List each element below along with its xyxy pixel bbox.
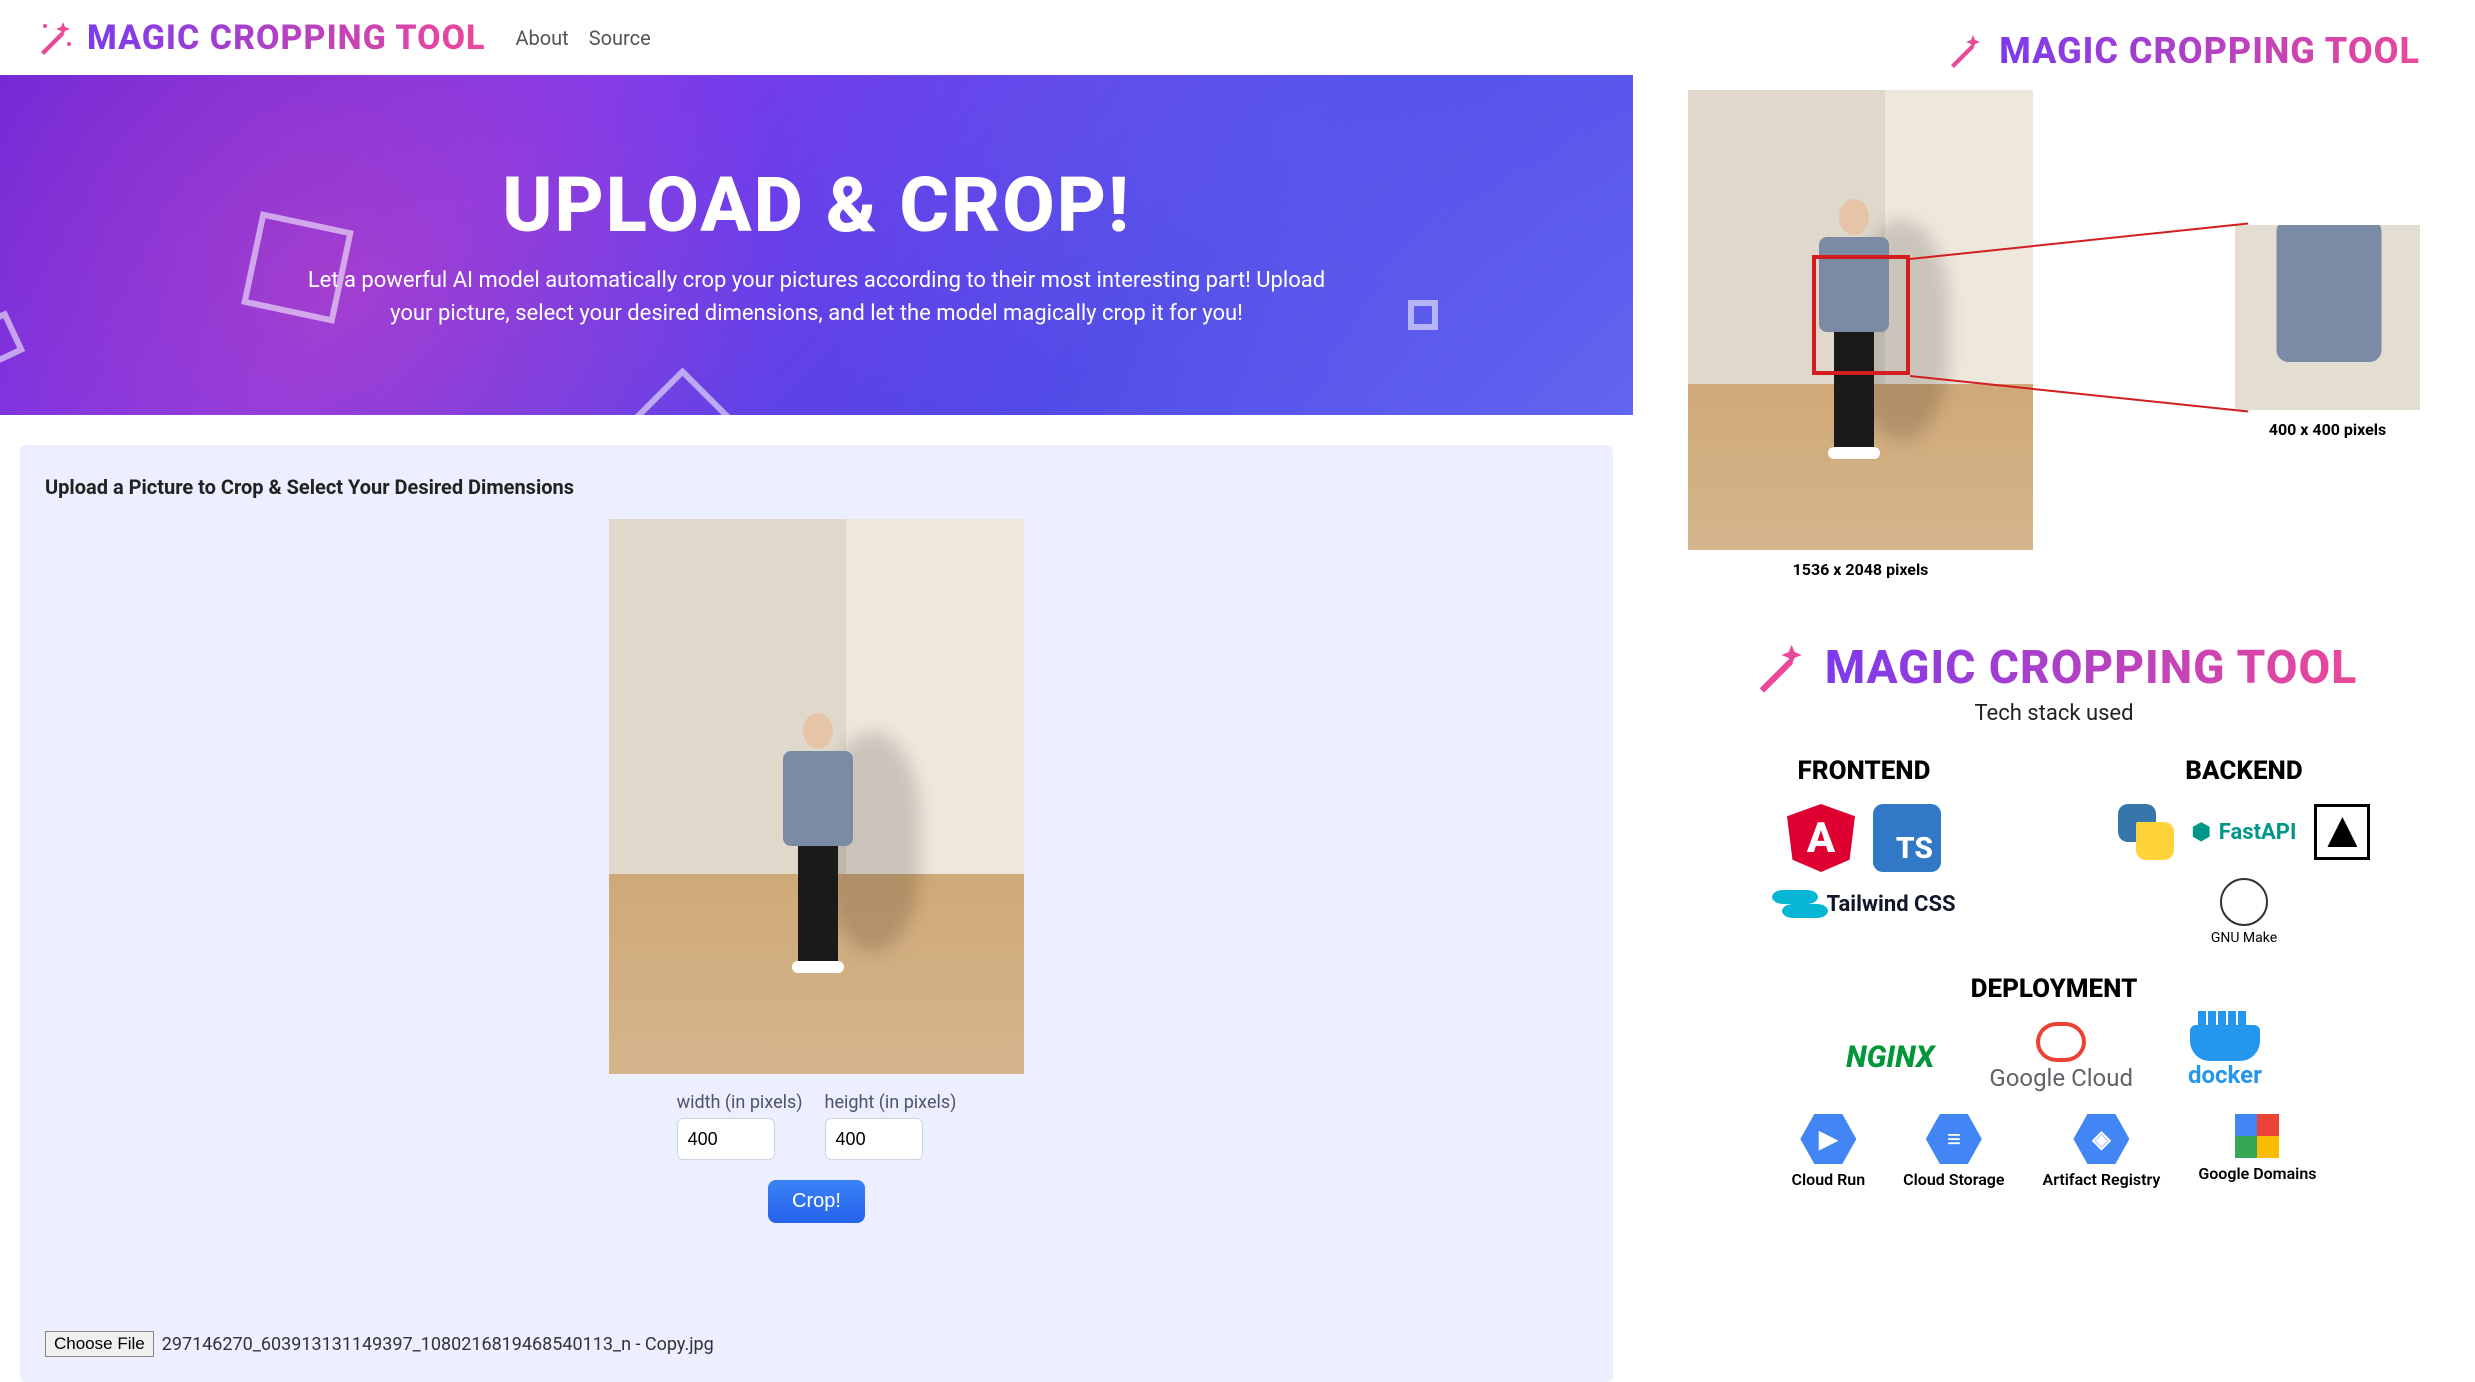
nav-source[interactable]: Source: [589, 26, 651, 50]
backend-heading: BACKEND: [2109, 756, 2379, 786]
cloud-run-icon: ▶Cloud Run: [1792, 1114, 1866, 1189]
wand-icon: [35, 18, 75, 58]
demo-original-image: [1688, 90, 2033, 550]
hero-banner: UPLOAD & CROP! Let a powerful AI model a…: [0, 75, 1633, 415]
nav-about[interactable]: About: [515, 26, 568, 50]
crop-demo: 1536 x 2048 pixels 400 x 400 pixels: [1688, 90, 2420, 579]
card-title: Upload a Picture to Crop & Select Your D…: [45, 475, 1588, 499]
hero-subtext: Let a powerful AI model automatically cr…: [292, 264, 1342, 330]
decoration-square: [622, 367, 742, 415]
demo-original-caption: 1536 x 2048 pixels: [1688, 560, 2033, 579]
stack-subtitle: Tech stack used: [1688, 701, 2420, 726]
width-input[interactable]: [677, 1118, 775, 1160]
onnx-icon: [2314, 804, 2370, 860]
docker-icon: docker: [2188, 1025, 2262, 1089]
crop-rectangle-overlay: [1812, 255, 1910, 375]
crop-button[interactable]: Crop!: [768, 1180, 865, 1223]
gcp-services-row: ▶Cloud Run ≡Cloud Storage ◈Artifact Regi…: [1688, 1114, 2420, 1189]
hero-headline: UPLOAD & CROP!: [502, 160, 1131, 250]
cloud-storage-icon: ≡Cloud Storage: [1903, 1114, 2004, 1189]
google-domains-icon: Google Domains: [2198, 1114, 2316, 1189]
python-icon: [2118, 804, 2174, 860]
stack-title: MAGIC CROPPING TOOL: [1825, 641, 2357, 695]
backend-col: BACKEND ⬢ FastAPI GNU Make: [2109, 756, 2379, 946]
tailwind-icon: Tailwind CSS: [1772, 890, 1955, 918]
gcloud-icon: Google Cloud: [1989, 1022, 2133, 1092]
decoration-square: [1408, 300, 1438, 330]
artifact-registry-icon: ◈Artifact Registry: [2043, 1114, 2161, 1189]
right-header-logo: MAGIC CROPPING TOOL: [1688, 30, 2420, 72]
typescript-icon: TS: [1873, 804, 1941, 872]
frontend-heading: FRONTEND: [1729, 756, 1999, 786]
decoration-square: [0, 310, 25, 370]
width-label: width (in pixels): [677, 1092, 803, 1113]
app-logo[interactable]: MAGIC CROPPING TOOL: [35, 18, 485, 58]
angular-icon: A: [1787, 804, 1855, 872]
nginx-icon: NGINX: [1846, 1040, 1934, 1075]
demo-cropped-caption: 400 x 400 pixels: [2235, 420, 2420, 439]
gnumake-icon: GNU Make: [2211, 878, 2277, 946]
upload-card: Upload a Picture to Crop & Select Your D…: [20, 445, 1613, 1382]
stack-header: MAGIC CROPPING TOOL: [1688, 639, 2420, 697]
right-header-title: MAGIC CROPPING TOOL: [1999, 30, 2420, 72]
deployment-row: NGINX Google Cloud docker: [1688, 1022, 2420, 1092]
fastapi-icon: ⬢ FastAPI: [2192, 820, 2297, 845]
frontend-col: FRONTEND A TS Tailwind CSS: [1729, 756, 1999, 946]
deployment-heading: DEPLOYMENT: [1688, 974, 2420, 1004]
selected-filename: 297146270_603913131149397_10802168194685…: [162, 1334, 714, 1355]
wand-icon: [1751, 639, 1809, 697]
wand-icon: [1945, 31, 1985, 71]
image-preview: [609, 519, 1024, 1074]
choose-file-button[interactable]: Choose File: [45, 1331, 154, 1357]
demo-cropped-image: [2235, 225, 2420, 410]
navbar: MAGIC CROPPING TOOL About Source: [0, 0, 1633, 75]
height-input[interactable]: [825, 1118, 923, 1160]
app-title: MAGIC CROPPING TOOL: [87, 18, 485, 58]
height-label: height (in pixels): [825, 1092, 957, 1113]
